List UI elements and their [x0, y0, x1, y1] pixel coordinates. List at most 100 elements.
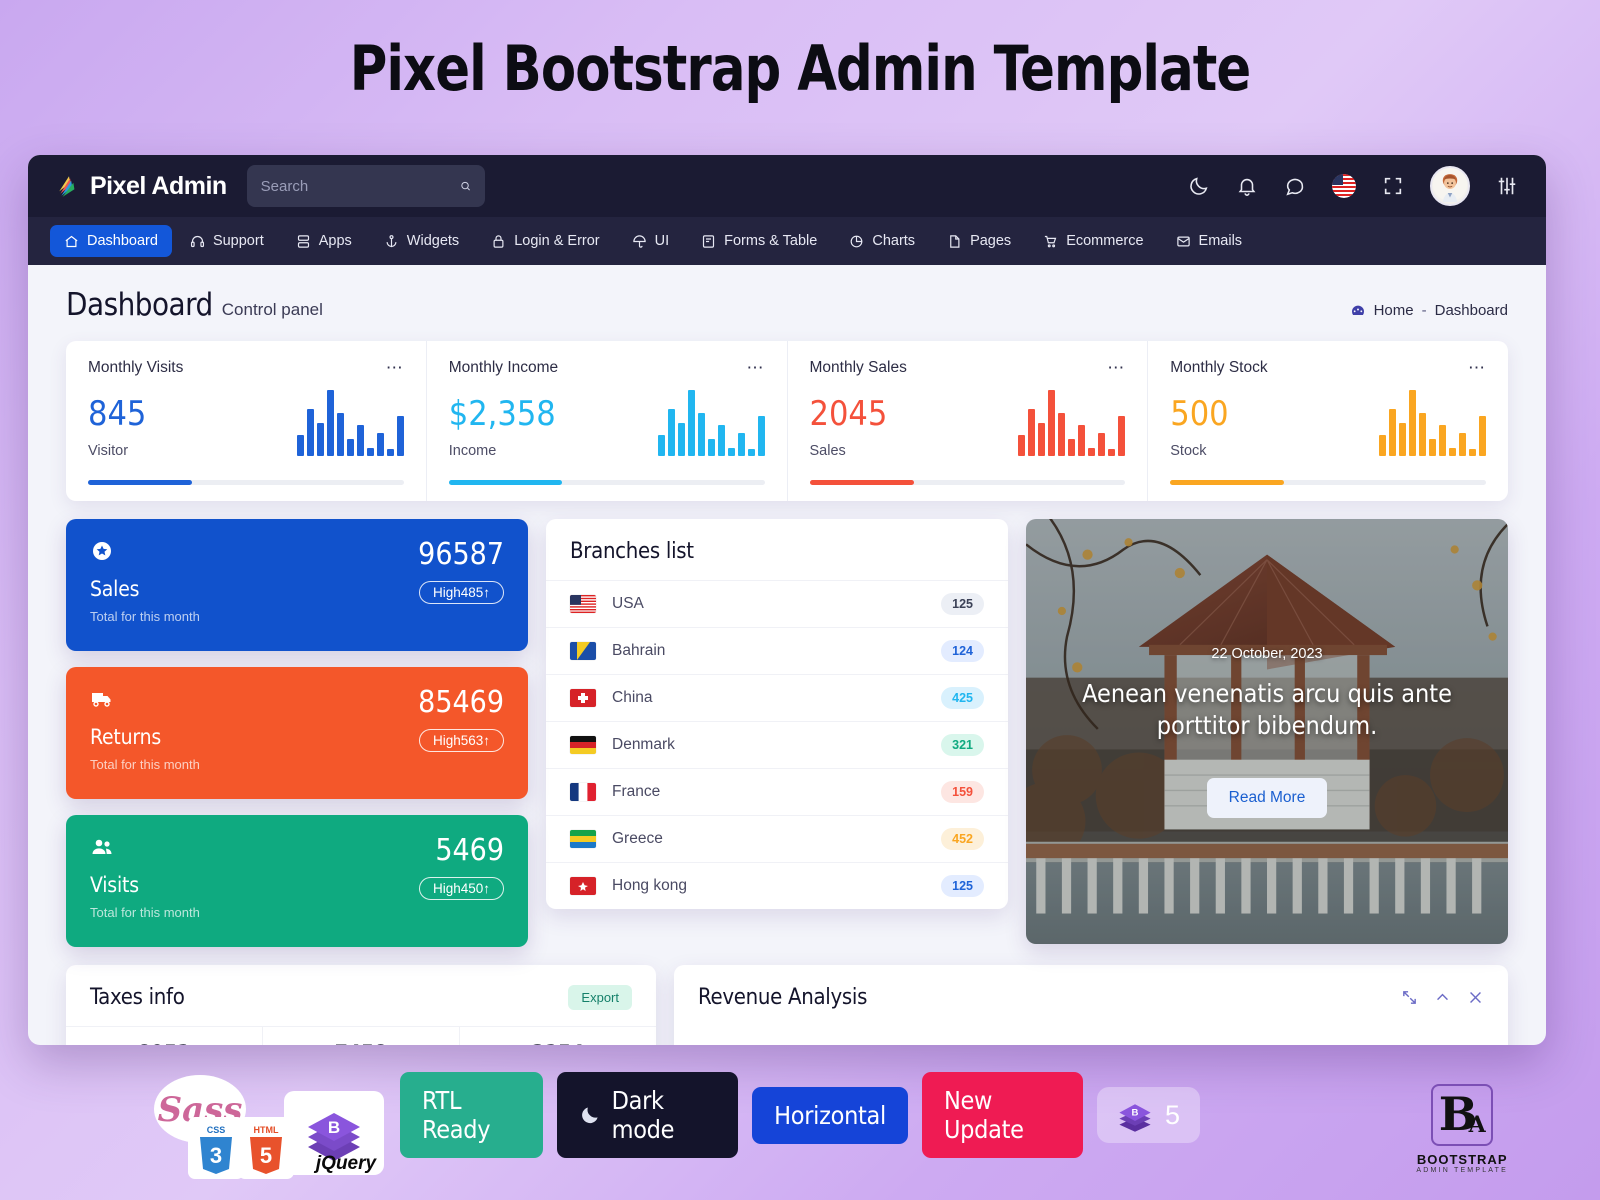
menu-item-forms-table[interactable]: Forms & Table [687, 225, 831, 257]
brand[interactable]: Pixel Admin [56, 172, 227, 201]
stat-tile[interactable]: Sales Total for this month 96587 High485… [66, 519, 528, 651]
middle-section: Sales Total for this month 96587 High485… [66, 519, 1508, 947]
kpi-progress-track [88, 480, 404, 485]
kpi-more-icon[interactable]: ⋯ [1107, 359, 1125, 376]
truck-icon [90, 687, 114, 711]
kpi-more-icon[interactable]: ⋯ [386, 359, 404, 376]
bootstrap-logo-caption2: ADMIN TEMPLATE [1416, 1167, 1508, 1174]
settings-sliders-icon[interactable] [1496, 175, 1518, 197]
branch-row[interactable]: China 425 [546, 674, 1008, 721]
kpi-title: Monthly Income [448, 359, 559, 376]
kpi-more-icon[interactable]: ⋯ [1468, 359, 1486, 376]
branch-country-name: France [612, 783, 661, 800]
branch-row[interactable]: Greece 452 [546, 815, 1008, 862]
stat-tile-value: 5469 [435, 833, 504, 868]
taxes-values-row: 8952 7458 3254 [66, 1026, 656, 1045]
menu-item-ui[interactable]: UI [618, 225, 684, 257]
branch-row[interactable]: France 159 [546, 768, 1008, 815]
bell-icon[interactable] [1236, 175, 1258, 197]
flag-us-icon[interactable] [1332, 174, 1356, 198]
hero-text: Aenean venenatis arcu quis ante porttito… [1082, 678, 1452, 740]
read-more-button[interactable]: Read More [1206, 777, 1328, 818]
poster-badge[interactable]: New Update [921, 1072, 1083, 1158]
svg-text:5: 5 [260, 1143, 272, 1168]
kpi-value: 2045 [809, 394, 888, 435]
stat-tile[interactable]: Returns Total for this month 85469 High5… [66, 667, 528, 799]
avatar[interactable] [1430, 166, 1470, 206]
branch-row[interactable]: USA 125 [546, 580, 1008, 627]
menu-label: Dashboard [87, 233, 158, 249]
menu-item-widgets[interactable]: Widgets [370, 225, 473, 257]
file-icon [950, 234, 960, 248]
search-icon[interactable] [460, 178, 471, 194]
poster-badge[interactable]: Horizontal [752, 1086, 908, 1144]
branch-country-name: USA [612, 595, 644, 612]
branch-country-name: China [612, 689, 653, 706]
kpi-card: Monthly Stock ⋯ 500 Stock [1148, 341, 1508, 501]
taxes-cell: 7458 [263, 1027, 460, 1045]
menu-label: Apps [318, 233, 352, 249]
menu-item-support[interactable]: Support [176, 225, 278, 257]
kpi-progress-track [1170, 480, 1486, 485]
branch-row[interactable]: Bahrain 124 [546, 627, 1008, 674]
branch-row[interactable]: Hong kong 125 [546, 862, 1008, 909]
menu-item-dashboard[interactable]: Dashboard [50, 225, 172, 257]
anchor-icon [386, 234, 397, 247]
branch-country-name: Bahrain [612, 642, 666, 659]
stat-tile-value: 85469 [418, 685, 504, 720]
kpi-progress-fill [1170, 480, 1284, 485]
export-button[interactable]: Export [568, 985, 632, 1010]
hero-card: 22 October, 2023 Aenean venenatis arcu q… [1026, 519, 1508, 944]
poster-badge[interactable]: Dark mode [557, 1072, 739, 1158]
stat-tile[interactable]: Visits Total for this month 5469 High450… [66, 815, 528, 947]
headset-icon [190, 235, 204, 247]
poster-badge[interactable]: RTL Ready [400, 1072, 544, 1158]
chat-icon[interactable] [1284, 175, 1306, 197]
search-input[interactable] [260, 177, 460, 195]
menu-item-ecommerce[interactable]: Ecommerce [1029, 225, 1157, 257]
tech-logos: Sass CSS 3 HTML 5 B jQuery [152, 1073, 384, 1179]
menu-item-pages[interactable]: Pages [933, 225, 1025, 257]
moon-icon[interactable] [1188, 175, 1210, 197]
branch-row[interactable]: Denmark 321 [546, 721, 1008, 768]
expand-icon[interactable] [1401, 989, 1418, 1006]
kpi-card: Monthly Visits ⋯ 845 Visitor [66, 341, 427, 501]
kpi-label: Stock [1170, 443, 1207, 459]
kpi-card-header: Monthly Visits ⋯ [88, 359, 404, 377]
server-icon [297, 234, 309, 248]
star-badge-icon [90, 539, 114, 563]
branch-count-badge: 124 [941, 640, 984, 662]
search-box[interactable] [246, 165, 485, 207]
branch-count-badge: 321 [941, 734, 984, 756]
menu-item-apps[interactable]: Apps [282, 225, 366, 257]
kpi-value: 845 [88, 394, 147, 435]
menu-item-charts[interactable]: Charts [835, 225, 929, 257]
kpi-progress-track [448, 480, 765, 485]
bootstrap-version-label: 5 [1164, 1099, 1180, 1130]
breadcrumb-home[interactable]: Home [1374, 302, 1414, 319]
page-subtitle: Control panel [221, 300, 323, 319]
poster-badge-label: RTL Ready [422, 1086, 491, 1144]
kpi-progress-fill [809, 480, 914, 485]
kpi-body: $2,358 Income [449, 387, 765, 459]
menu-label: Pages [970, 233, 1012, 249]
stat-tiles: Sales Total for this month 96587 High485… [66, 519, 528, 947]
menu-item-emails[interactable]: Emails [1162, 225, 1257, 257]
branch-country-name: Hong kong [612, 877, 687, 894]
breadcrumb-current: Dashboard [1434, 302, 1508, 319]
svg-text:HTML: HTML [254, 1125, 279, 1135]
close-icon[interactable] [1467, 989, 1484, 1006]
kpi-more-icon[interactable]: ⋯ [747, 359, 765, 376]
hero-date: 22 October, 2023 [1211, 645, 1323, 662]
branches-panel-column: Branches list USA 125 Bahrain 124 China … [546, 519, 1008, 947]
svg-text:B: B [328, 1118, 340, 1137]
fullscreen-icon[interactable] [1382, 175, 1404, 197]
menu-item-login-error[interactable]: Login & Error [477, 225, 613, 257]
kpi-label: Visitor [88, 443, 129, 459]
taxes-cell: 8952 [66, 1027, 263, 1045]
revenue-chart-area [674, 1026, 1508, 1045]
pie-chart-icon [850, 235, 863, 247]
cart-icon [1045, 235, 1057, 247]
taxes-title: Taxes info [90, 985, 185, 1010]
chevron-up-icon[interactable] [1434, 989, 1451, 1006]
